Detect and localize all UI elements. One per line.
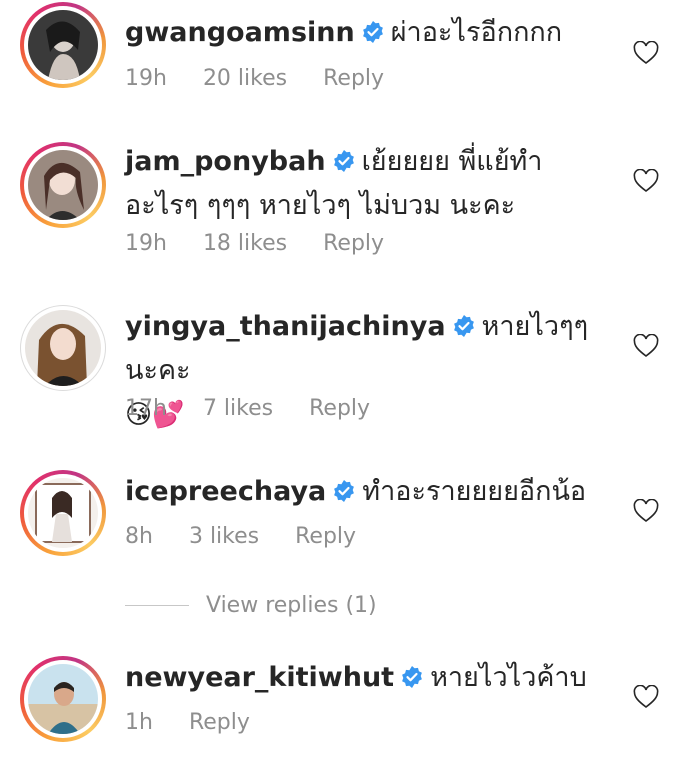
avatar[interactable] [20,142,106,228]
comment-text: หายไวไวค้าบ [430,662,587,693]
verified-badge-icon [333,150,354,172]
verified-badge-icon [334,480,355,502]
avatar[interactable] [20,305,106,391]
replies-divider [125,605,189,606]
timestamp: 1h [125,710,153,735]
heart-outline-icon[interactable] [633,334,659,358]
comment-text: ทำอะรายยยยอีกน้อ [362,476,587,507]
likes-count[interactable]: 7 likes [203,396,273,421]
timestamp: 19h [125,231,167,256]
avatar[interactable] [20,470,106,556]
username[interactable]: jam_ponybah [125,146,326,177]
verified-badge-icon [362,21,383,43]
likes-count[interactable]: 3 likes [189,524,259,549]
heart-outline-icon[interactable] [633,169,659,193]
timestamp: 19h [125,66,167,91]
reply-button[interactable]: Reply [323,231,384,256]
reply-button[interactable]: Reply [323,66,384,91]
timestamp: 8h [125,524,153,549]
heart-outline-icon[interactable] [633,499,659,523]
reply-button[interactable]: Reply [309,396,370,421]
comment-meta: 8h 3 likes Reply [125,524,392,549]
comment-body: newyear_kitiwhut หายไวไวค้าบ [125,656,615,700]
reply-button[interactable]: Reply [295,524,356,549]
username[interactable]: yingya_thanijachinya [125,311,446,342]
comment-meta: 19h 18 likes Reply [125,231,420,256]
likes-count[interactable]: 18 likes [203,231,287,256]
comment-body: jam_ponybah เย้ยยยย พี่แย้ทำอะไรๆ ๆๆๆ หาย… [125,140,615,228]
reply-button[interactable]: Reply [189,710,250,735]
username[interactable]: newyear_kitiwhut [125,662,394,693]
verified-badge-icon [402,666,422,688]
comment-meta: 19h 20 likes Reply [125,66,420,91]
heart-outline-icon[interactable] [633,685,659,709]
view-replies-label[interactable]: View replies (1) [206,593,377,618]
comment-body: icepreechaya ทำอะรายยยยอีกน้อ [125,470,615,514]
heart-outline-icon[interactable] [633,41,659,65]
username[interactable]: icepreechaya [125,476,326,507]
timestamp: 17h [125,396,167,421]
comment-meta: 17h 7 likes Reply [125,396,406,421]
avatar[interactable] [20,2,106,88]
username[interactable]: gwangoamsinn [125,17,355,48]
likes-count[interactable]: 20 likes [203,66,287,91]
verified-badge-icon [453,315,474,337]
avatar[interactable] [20,656,106,742]
comment-body: gwangoamsinn ผ่าอะไรอีกกกก [125,11,615,55]
comment-meta: 1h Reply [125,710,286,735]
comment-text: ผ่าอะไรอีกกกก [390,17,563,48]
